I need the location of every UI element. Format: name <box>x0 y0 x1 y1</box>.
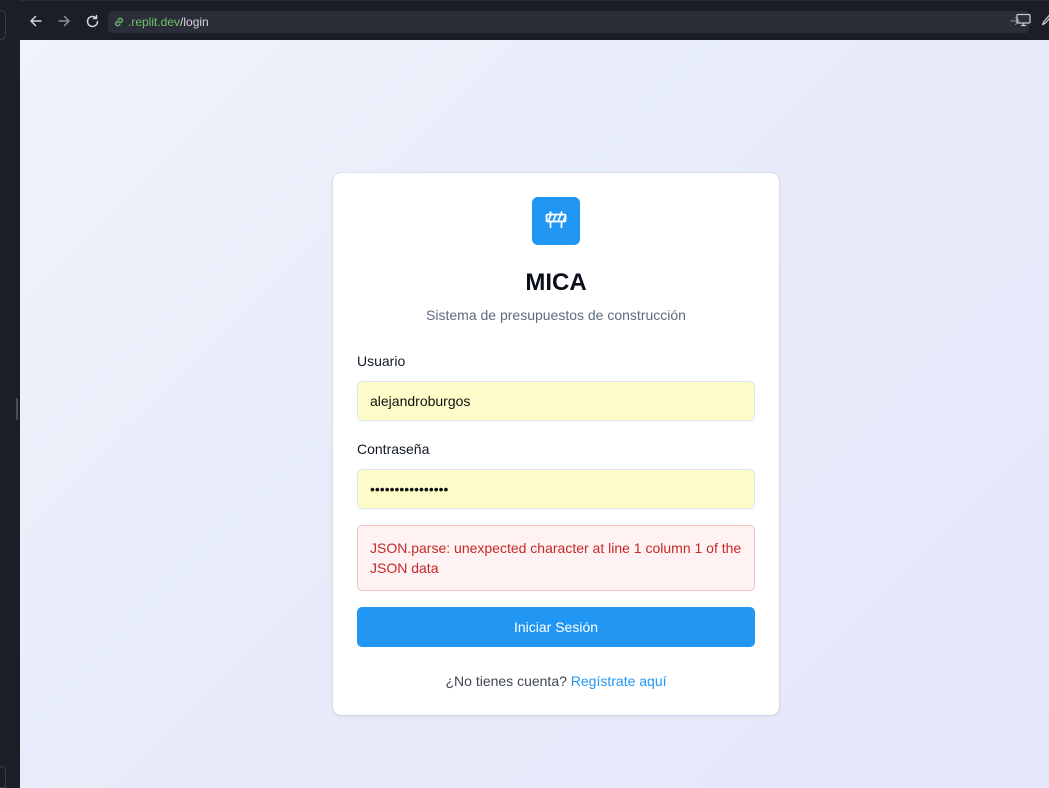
reload-button[interactable] <box>83 12 101 30</box>
road-barrier-icon <box>545 211 567 229</box>
login-button[interactable]: Iniciar Sesión <box>357 607 755 647</box>
app-title: MICA <box>525 269 587 296</box>
reload-icon <box>86 14 98 27</box>
register-prompt-text: ¿No tienes cuenta? <box>445 673 567 689</box>
rail-tab-bottom[interactable] <box>0 766 6 788</box>
link-icon <box>113 16 125 28</box>
page-content: MICA Sistema de presupuestos de construc… <box>20 40 1049 788</box>
password-input[interactable] <box>357 469 755 509</box>
browser-toolbar: .replit.dev/login <box>20 0 1049 40</box>
resize-handle[interactable] <box>16 398 18 420</box>
password-label: Contraseña <box>357 441 430 457</box>
username-input[interactable] <box>357 381 755 421</box>
wrench-icon[interactable] <box>1042 13 1049 27</box>
login-button-label: Iniciar Sesión <box>513 619 599 635</box>
monitor-icon[interactable] <box>1016 13 1031 27</box>
register-prompt: ¿No tienes cuenta? Regístrate aquí <box>333 673 779 689</box>
left-rail <box>0 0 20 788</box>
app-subtitle: Sistema de presupuestos de construcción <box>426 307 686 323</box>
app-logo <box>532 197 580 245</box>
error-message: JSON.parse: unexpected character at line… <box>370 540 742 576</box>
url-domain: .replit.dev <box>128 15 181 29</box>
register-link[interactable]: Regístrate aquí <box>571 673 667 689</box>
error-alert: JSON.parse: unexpected character at line… <box>357 525 755 591</box>
back-button[interactable] <box>27 12 45 30</box>
rail-tab[interactable] <box>0 10 6 40</box>
forward-button[interactable] <box>55 12 73 30</box>
url-bar[interactable]: .replit.dev/login <box>108 11 1029 33</box>
arrow-right-icon <box>58 15 70 27</box>
arrow-left-icon <box>30 15 42 27</box>
url-path: /login <box>180 15 209 29</box>
username-label: Usuario <box>357 353 406 369</box>
login-card: MICA Sistema de presupuestos de construc… <box>333 173 779 715</box>
